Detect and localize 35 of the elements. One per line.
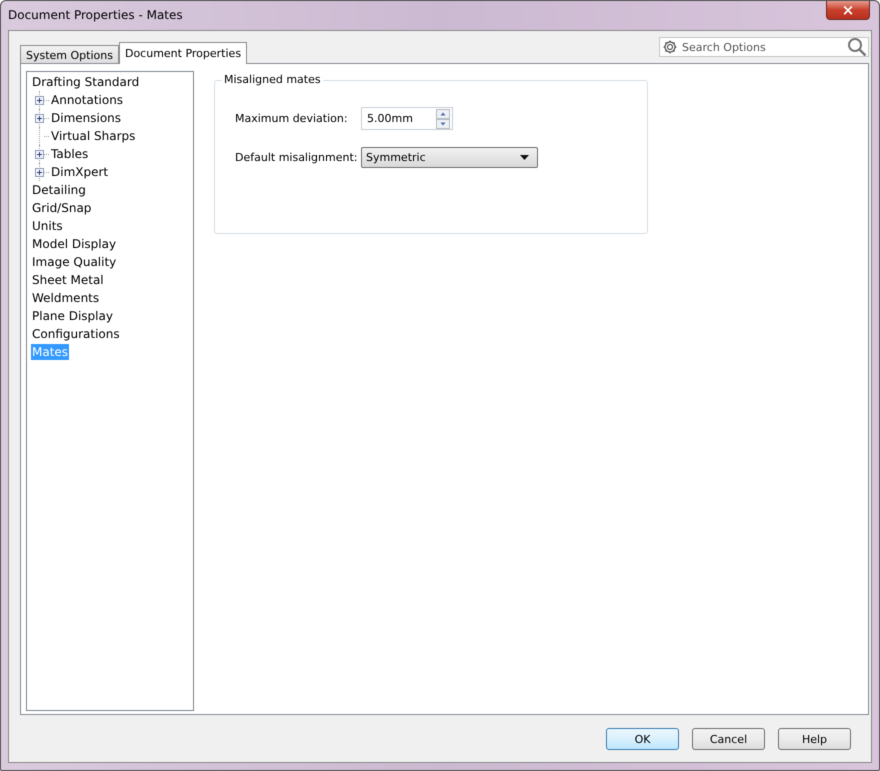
tree-item[interactable]: Configurations: [31, 326, 121, 342]
tree-item[interactable]: Detailing: [31, 182, 87, 198]
search-icon[interactable]: [847, 37, 867, 57]
dialog-button[interactable]: Help: [778, 728, 851, 750]
spin-field[interactable]: 5.00mm: [361, 107, 453, 130]
tree-item[interactable]: Annotations: [50, 92, 124, 108]
search-field[interactable]: Search Options: [659, 37, 869, 57]
tree-item[interactable]: Drafting Standard: [31, 74, 140, 90]
dialog-button[interactable]: OK: [606, 728, 679, 750]
group-title: Misaligned mates: [222, 73, 323, 86]
caret-icon: [520, 155, 529, 160]
tree-item[interactable]: Virtual Sharps: [50, 128, 136, 144]
tree-item[interactable]: Grid/Snap: [31, 200, 92, 216]
expand-icon[interactable]: [35, 150, 44, 158]
tree-item[interactable]: Weldments: [31, 290, 100, 306]
expand-icon[interactable]: [35, 168, 44, 176]
tab[interactable]: Document Properties: [118, 42, 248, 64]
tree-item[interactable]: Units: [31, 218, 64, 234]
expand-icon[interactable]: [35, 114, 44, 122]
window-title: Document Properties - Mates: [8, 8, 183, 22]
tree-item[interactable]: Image Quality: [31, 254, 118, 270]
tab[interactable]: System Options: [20, 45, 119, 64]
field-label: Maximum deviation:: [235, 112, 349, 125]
tree-item[interactable]: DimXpert: [50, 164, 110, 180]
tree-item[interactable]: Model Display: [31, 236, 118, 252]
tree-item[interactable]: Sheet Metal: [31, 272, 105, 288]
dialog-button[interactable]: Cancel: [692, 728, 765, 750]
close-button[interactable]: ×: [826, 1, 870, 20]
tree-item[interactable]: Tables: [50, 146, 90, 162]
dropdown[interactable]: Symmetric: [361, 147, 538, 168]
settings-icon: [662, 39, 678, 55]
tree-item[interactable]: Dimensions: [50, 110, 122, 126]
field-label: Default misalignment:: [235, 151, 358, 164]
tree-item[interactable]: Plane Display: [31, 308, 114, 324]
expand-icon[interactable]: [35, 96, 44, 104]
